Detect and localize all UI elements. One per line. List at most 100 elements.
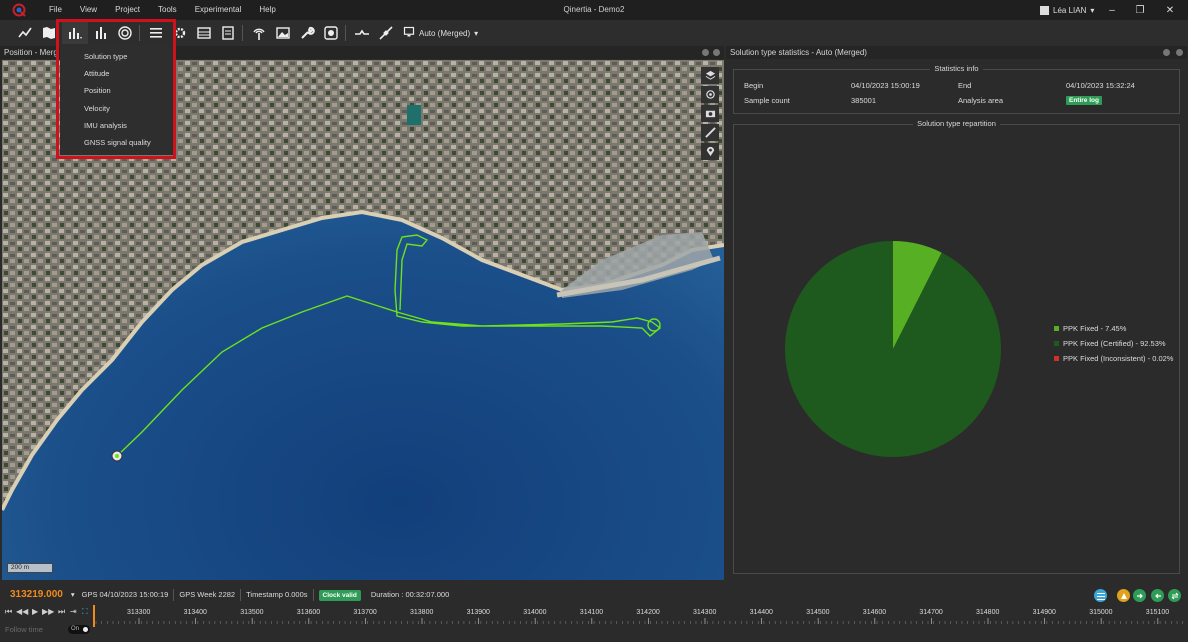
image-icon[interactable]: [272, 22, 294, 44]
legend-item-ppk-fixed: PPK Fixed - 7.45%: [1054, 324, 1126, 333]
pin-icon[interactable]: [701, 143, 719, 160]
repartition-title: Solution type repartition: [913, 119, 1000, 128]
user-name: Léa LIAN: [1053, 5, 1087, 15]
analysis-dropdown: Solution type Attitude Position Velocity…: [60, 46, 174, 155]
status-bar: 313219.000 ▾ GPS 04/10/2023 15:00:19 GPS…: [0, 585, 1188, 605]
maximize-button[interactable]: ❐: [1126, 0, 1154, 20]
chevron-down-icon: ▾: [474, 28, 479, 38]
layers-icon[interactable]: [217, 22, 239, 44]
timeline-tick-label: 315100: [1145, 609, 1170, 616]
follow-time-label: Follow time: [5, 625, 43, 634]
timeline-tick-label: 314400: [749, 609, 773, 616]
legend-swatch: [1054, 341, 1059, 346]
menu-file[interactable]: File: [40, 0, 71, 20]
legend-swatch: [1054, 356, 1059, 361]
follow-time-toggle[interactable]: On: [68, 625, 90, 634]
minimize-button[interactable]: –: [1098, 0, 1126, 20]
legend-item-ppk-fixed-certified: PPK Fixed (Certified) - 92.53%: [1054, 339, 1166, 348]
map-icon[interactable]: [38, 22, 60, 44]
forward-icon[interactable]: [1133, 589, 1146, 602]
line-chart-icon[interactable]: [14, 22, 36, 44]
monitor-icon: [403, 26, 415, 40]
map-scale: 200 m: [7, 563, 53, 573]
path-icon[interactable]: [351, 22, 373, 44]
legend-label: PPK Fixed - 7.45%: [1063, 324, 1127, 333]
toolbar-divider: [345, 25, 346, 41]
list-view-icon[interactable]: [1094, 589, 1107, 602]
clock-status-badge: Clock valid: [318, 589, 361, 601]
processing-icon[interactable]: [320, 22, 342, 44]
menu-bar: File View Project Tools Experimental Hel…: [40, 0, 285, 20]
user-menu[interactable]: Léa LIAN ▾: [1040, 0, 1094, 20]
legend-label: PPK Fixed (Inconsistent) - 0.02%: [1063, 354, 1174, 363]
antenna-icon[interactable]: [248, 22, 270, 44]
sample-count-label: Sample count: [744, 96, 790, 105]
timeline-tick-label: 313800: [410, 609, 434, 616]
table-icon[interactable]: [193, 22, 215, 44]
statistics-info-group: Statistics info: [733, 64, 1180, 114]
gear-icon[interactable]: [169, 22, 191, 44]
legend-label: PPK Fixed (Certified) - 92.53%: [1063, 339, 1166, 348]
list-icon[interactable]: [145, 22, 167, 44]
user-avatar-icon: [1040, 5, 1049, 15]
duration: Duration : 00:32:07.000: [370, 590, 450, 599]
panel-close-icon[interactable]: [1176, 49, 1183, 56]
solution-selector[interactable]: Auto (Merged) ▾: [403, 26, 478, 40]
toolbar: Auto (Merged) ▾: [0, 20, 1188, 46]
backward-icon[interactable]: [1151, 589, 1164, 602]
menu-view[interactable]: View: [71, 0, 106, 20]
menu-experimental[interactable]: Experimental: [186, 0, 251, 20]
timeline-tick-label: 313900: [466, 609, 490, 616]
layers-icon[interactable]: [701, 67, 719, 84]
timeline-tick-label: 314700: [919, 609, 943, 616]
timeline-tick-label: 314800: [976, 609, 1000, 616]
timeline-tick-label: 314000: [523, 609, 547, 616]
dropdown-item-velocity[interactable]: Velocity: [60, 100, 174, 117]
dropdown-item-gnss-signal-quality[interactable]: GNSS signal quality: [60, 134, 174, 151]
toolbar-divider: [139, 25, 140, 41]
locate-icon[interactable]: [701, 86, 719, 103]
chevron-down-icon[interactable]: ▾: [69, 589, 77, 601]
legend-item-ppk-fixed-inconsistent: PPK Fixed (Inconsistent) - 0.02%: [1054, 354, 1173, 363]
timeline-tick-label: 313600: [296, 609, 321, 616]
dropdown-item-attitude[interactable]: Attitude: [60, 65, 174, 82]
menu-project[interactable]: Project: [106, 0, 149, 20]
begin-label: Begin: [744, 81, 764, 90]
target-icon[interactable]: [114, 22, 136, 44]
dropdown-item-solution-type[interactable]: Solution type: [60, 48, 174, 65]
toolbar-divider: [242, 25, 243, 41]
camera-icon[interactable]: [701, 105, 719, 122]
gps-week: GPS Week 2282: [174, 589, 242, 601]
timeline-tick-label: 313400: [183, 609, 207, 616]
panel-pin-icon[interactable]: [1163, 49, 1170, 56]
satellite-icon[interactable]: [375, 22, 397, 44]
ruler-icon[interactable]: [701, 124, 719, 141]
end-label: End: [958, 81, 972, 90]
panel-close-icon[interactable]: [713, 49, 720, 56]
timeline-tick-label: 314900: [1032, 609, 1056, 616]
app-logo-icon: [12, 3, 26, 17]
close-button[interactable]: ✕: [1156, 0, 1184, 20]
timeline-tick-label: 313700: [353, 609, 377, 616]
analysis-area-badge[interactable]: Entire log: [1066, 96, 1102, 105]
menu-tools[interactable]: Tools: [149, 0, 186, 20]
gps-date: GPS 04/10/2023 15:00:19: [77, 589, 175, 601]
analysis-area-label: Analysis area: [958, 96, 1004, 105]
timeline-tick-label: 314300: [693, 609, 717, 616]
menu-help[interactable]: Help: [250, 0, 284, 20]
begin-value: 04/10/2023 15:00:19: [851, 81, 920, 90]
timeline-tick-label: 314500: [806, 609, 830, 616]
pool: [407, 105, 421, 125]
timeline-cursor[interactable]: [93, 605, 95, 627]
compass-icon[interactable]: [1117, 589, 1130, 602]
bar-chart-icon[interactable]: [62, 22, 88, 44]
stats-icon[interactable]: [90, 22, 112, 44]
timeline-tick-label: 314200: [636, 609, 660, 616]
dropdown-item-position[interactable]: Position: [60, 82, 174, 99]
panel-pin-icon[interactable]: [702, 49, 709, 56]
wrench-icon[interactable]: [296, 22, 318, 44]
sync-icon[interactable]: [1168, 589, 1181, 602]
statistics-info-title: Statistics info: [930, 64, 983, 73]
dropdown-item-imu-analysis[interactable]: IMU analysis: [60, 117, 174, 134]
chevron-down-icon: ▾: [1090, 5, 1095, 15]
